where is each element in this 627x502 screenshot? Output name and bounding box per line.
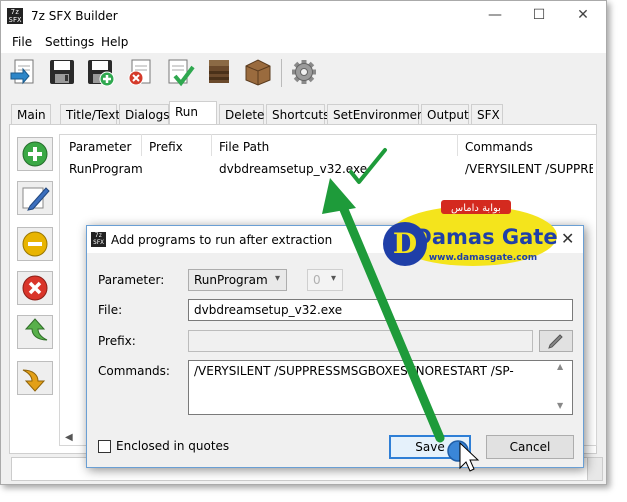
watermark-name-text: Damas Gate (414, 225, 557, 249)
mouse-cursor-icon (459, 441, 480, 472)
watermark-arabic-text: بوابة داماس (451, 203, 501, 214)
annotation-arrow-head-icon (322, 178, 356, 214)
damas-gate-watermark-logo: بوابة داماس D Damas Gate www.damasgate.c… (383, 196, 559, 274)
watermark-url-text: www.damasgate.com (429, 253, 537, 263)
